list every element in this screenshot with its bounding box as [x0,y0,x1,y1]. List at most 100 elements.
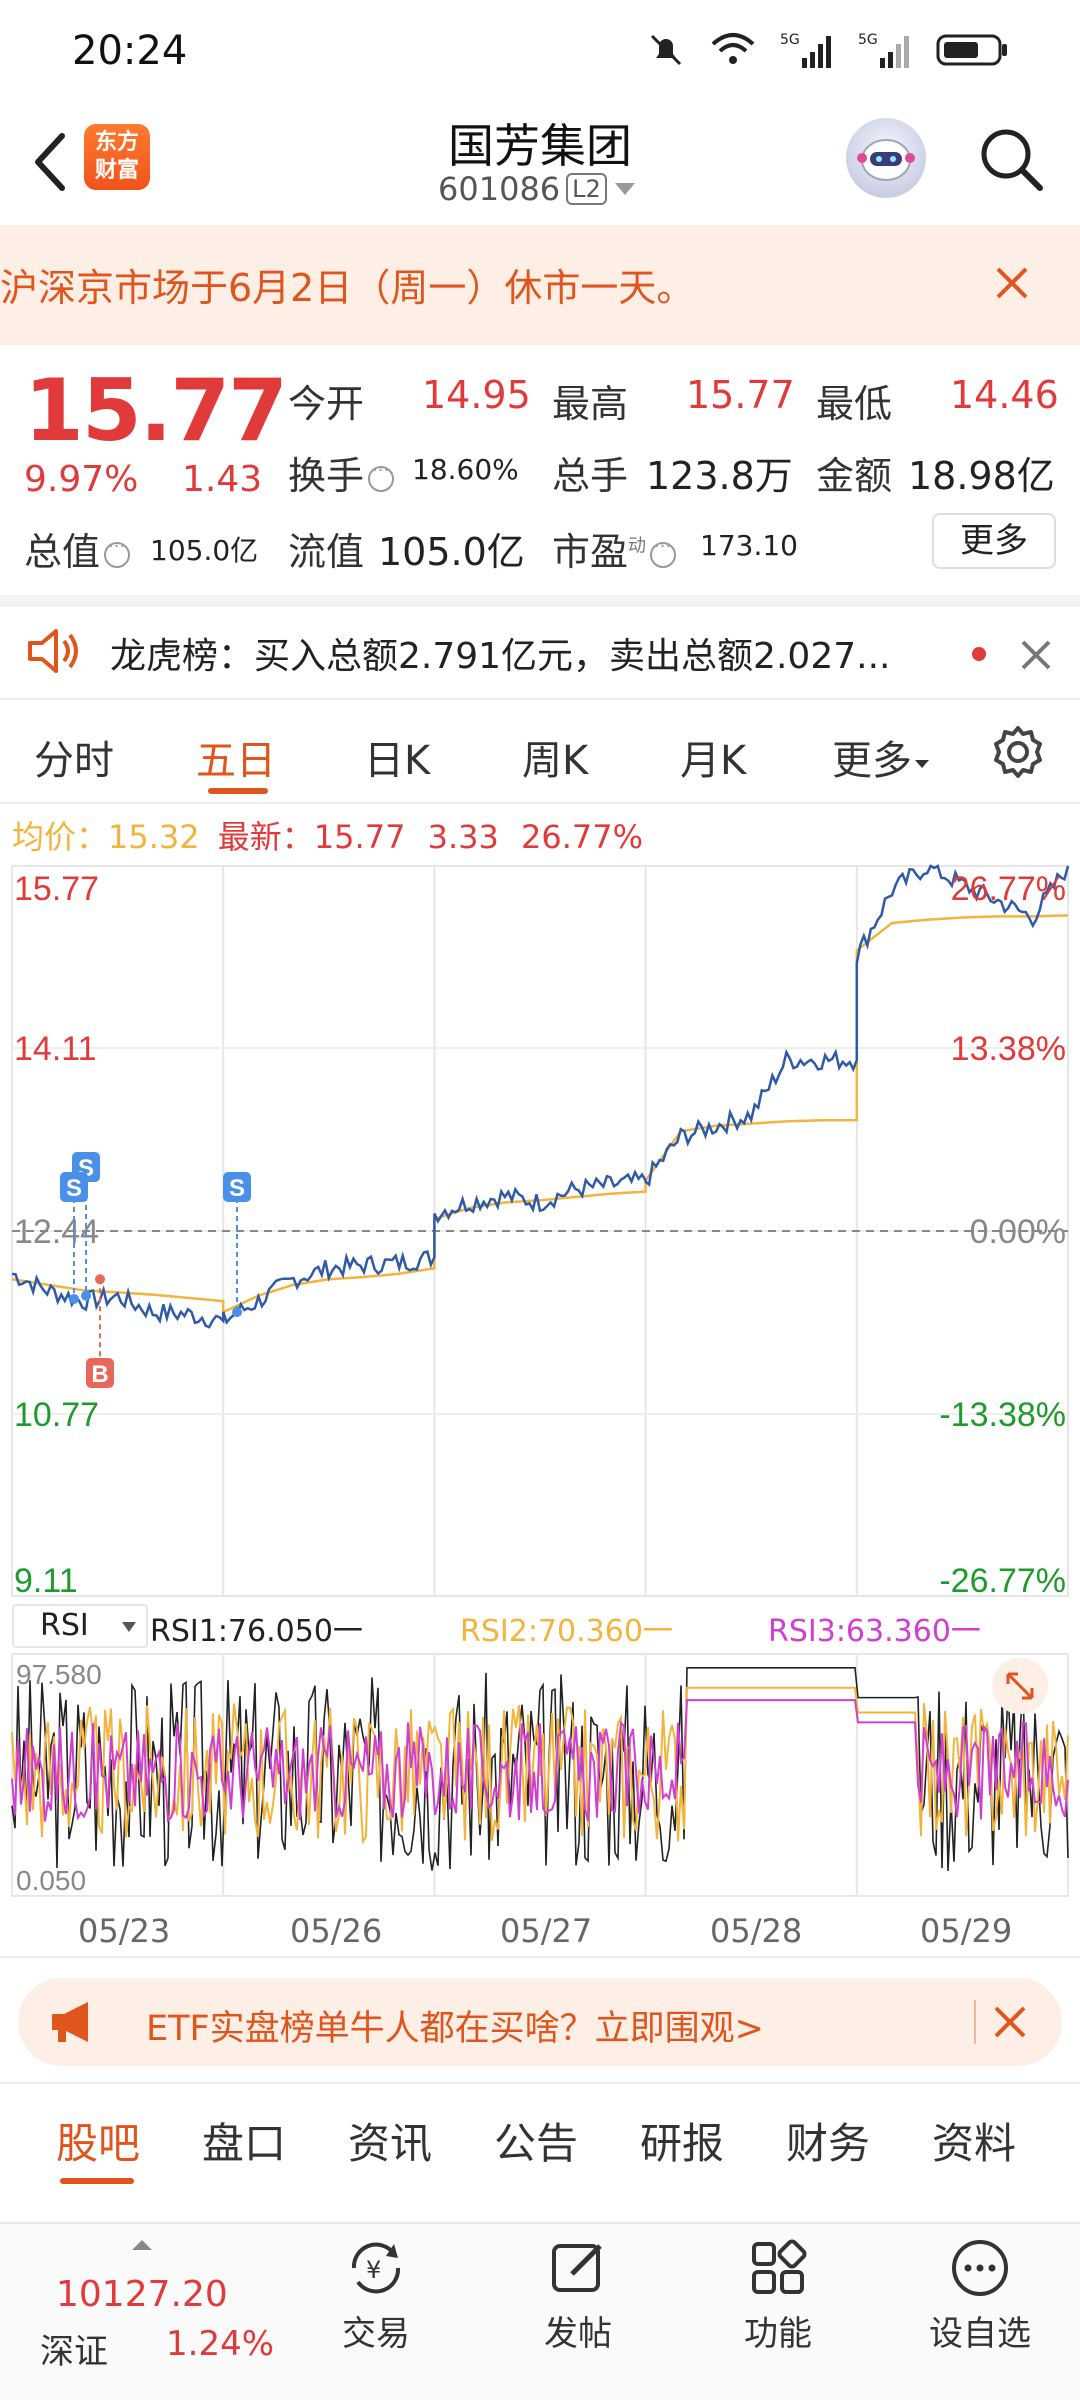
nav-functions-label: 功能 [744,2314,812,2354]
tab-guba[interactable]: 股吧 [56,2110,140,2171]
battery-icon [936,34,1007,66]
rsi-y-tick: 97.580 [16,1659,102,1690]
date-label: 05/29 [920,1912,1013,1950]
rsi1-value: RSI1:76.050一 [150,1614,363,1649]
mktcap-value: 105.0亿 [150,534,259,567]
pe-value: 173.10 [700,529,798,562]
rsi3-value: RSI3:63.360一 [768,1614,981,1649]
rsi-y-tick: 0.050 [16,1865,86,1896]
avg-price-line [11,914,1069,1315]
date-axis: 05/23 05/26 05/27 05/28 05/29 [0,1908,1080,1958]
info-icon[interactable] [104,536,131,568]
search-icon[interactable] [976,124,1046,194]
l2-badge: L2 [566,173,607,205]
tab-research[interactable]: 研报 [640,2110,724,2171]
tab-five-day[interactable]: 五日 [196,728,276,786]
amount-value: 18.98亿 [908,454,1055,498]
trade-icon: ¥ [351,2242,401,2294]
tab-daily-k[interactable]: 日K [364,728,430,786]
turnover-label-wrap: 换手 [288,445,398,500]
tab-announcements[interactable]: 公告 [494,2110,578,2171]
grid-icon [752,2239,807,2294]
volume-value: 123.8万 [646,454,793,498]
y-tick-left: 14.11 [14,1030,97,1068]
float-value: 105.0亿 [378,530,525,574]
mktcap-label-wrap: 总值 [24,521,134,576]
marker-dot [232,1307,242,1318]
marker-dot [69,1293,79,1304]
close-icon[interactable] [990,2002,1030,2042]
mute-bell-icon [650,34,682,66]
nav-post[interactable]: 发帖 [508,2236,648,2355]
latest-label: 最新： [217,818,314,856]
caret-down-icon [122,1622,136,1632]
close-icon[interactable] [990,261,1034,305]
tab-news[interactable]: 资讯 [348,2110,432,2171]
nav-trade[interactable]: ¥ 交易 [306,2236,446,2355]
info-icon[interactable] [368,460,395,492]
tab-pankou[interactable]: 盘口 [202,2110,286,2171]
expand-icon[interactable] [992,1658,1048,1714]
date-label: 05/23 [78,1912,171,1950]
trade-marker-s: S [223,1172,251,1318]
latest-value: 15.77 [313,818,406,856]
indicator-select[interactable]: RSI [12,1604,148,1648]
y-tick-right: -13.38% [939,1396,1066,1434]
index-value: 10127.20 [56,2274,228,2315]
more-button[interactable]: 更多 [932,513,1056,569]
marker-dot [81,1290,91,1301]
close-icon[interactable] [1018,637,1054,673]
active-tab-underline [208,788,268,794]
date-label: 05/27 [500,1912,593,1950]
amount-label: 金额 [816,454,893,498]
low-value: 14.46 [950,373,1059,417]
volume-label: 总手 [552,454,629,498]
rsi-chart[interactable]: 97.580 0.050 [0,1652,1080,1908]
turnover-value: 18.60% [412,453,519,486]
svg-text:5G: 5G [858,32,878,48]
open-value: 14.95 [422,373,531,417]
index-widget[interactable]: 10127.20 深证 1.24% [20,2236,274,2386]
bottom-content-tabs: 股吧 盘口 资讯 公告 研报 财务 资料 [0,2082,1080,2186]
price-info-line: 均价：15.32 最新：15.77 3.33 26.77% [12,812,643,858]
megaphone-icon [52,2002,88,2042]
rsi-header: RSI RSI1:76.050一 RSI2:70.360一 RSI3:63.36… [0,1600,1080,1652]
float-label: 流值 [288,530,365,574]
header: 东方 财富 国芳集团 601086 L2 [0,100,1080,224]
index-name: 深证 [40,2332,108,2372]
tab-more[interactable]: 更多 [832,728,932,786]
marker-label: B [91,1361,108,1388]
tab-intraday[interactable]: 分时 [34,728,114,786]
dragon-tiger-text: 龙虎榜：买入总额2.791亿元，卖出总额2.027... [110,636,891,677]
etf-promo-banner[interactable]: ETF实盘榜单牛人都在买啥？立即围观> [18,1978,1062,2066]
settings-gear-icon[interactable] [990,724,1046,780]
nav-add-watchlist[interactable]: 设自选 [910,2236,1050,2355]
caret-up-icon [132,2240,152,2250]
y-tick-left: 15.77 [14,870,99,908]
index-percent: 1.24% [166,2324,275,2364]
speaker-icon [28,629,78,673]
tab-profile[interactable]: 资料 [932,2110,1016,2171]
five-day-price-chart[interactable]: 15.7714.1112.4410.779.1126.77%13.38%0.00… [0,864,1080,1604]
pe-sup: 动 [628,535,647,557]
info-icon[interactable] [650,536,677,568]
tab-monthly-k[interactable]: 月K [680,728,746,786]
y-tick-right: 0.00% [970,1213,1066,1251]
status-bar: 20:24 5G 5G [0,0,1080,100]
pe-label: 市盈 [552,530,629,574]
dragon-tiger-bar[interactable]: 龙虎榜：买入总额2.791亿元，卖出总额2.027... [0,595,1080,700]
nav-functions[interactable]: 功能 [708,2236,848,2355]
tab-finance[interactable]: 财务 [786,2110,870,2171]
y-tick-left: 10.77 [14,1396,99,1434]
marker-dot [95,1274,105,1285]
edit-icon [552,2244,602,2292]
more-dots-icon [952,2240,1008,2296]
robot-assistant-icon[interactable] [846,118,926,198]
tab-weekly-k[interactable]: 周K [522,728,588,786]
y-tick-right: 26.77% [951,870,1066,908]
chevron-down-icon [614,183,635,195]
indicator-select-value: RSI [40,1608,89,1643]
stock-code-row[interactable]: 601086 L2 [438,170,637,208]
svg-text:5G: 5G [780,32,800,48]
pe-label-wrap: 市盈动 [552,521,680,576]
